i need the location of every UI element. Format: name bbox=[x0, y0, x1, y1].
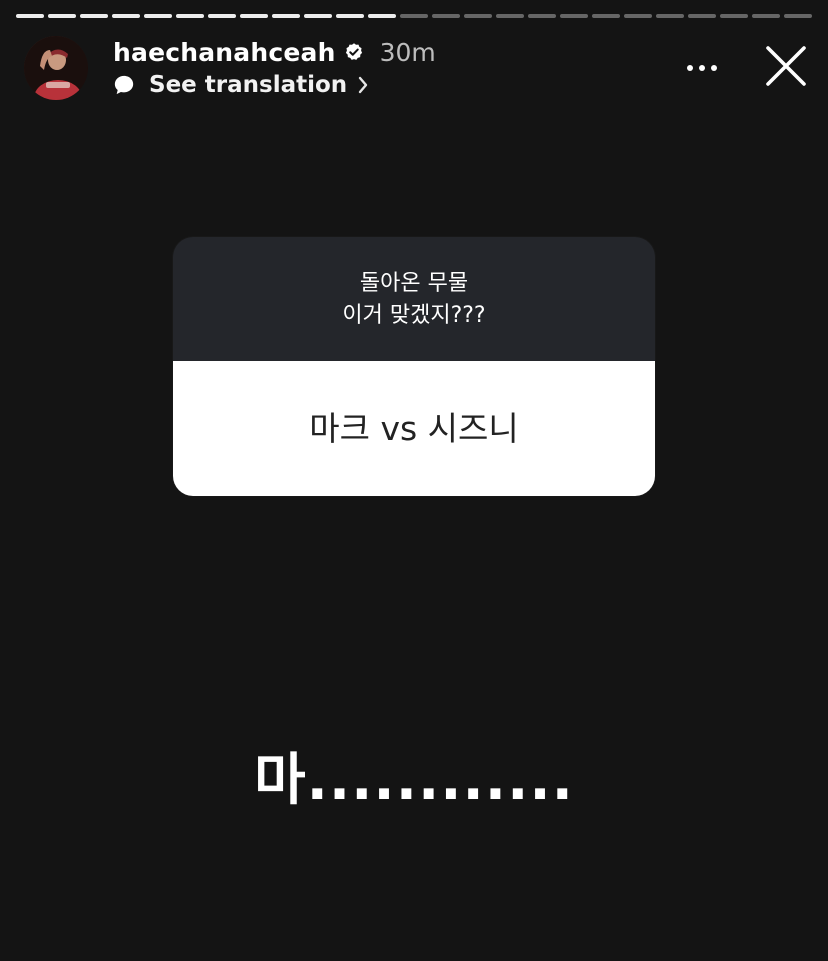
progress-segment bbox=[592, 14, 620, 18]
see-translation-link[interactable]: See translation bbox=[113, 70, 369, 100]
question-sticker[interactable]: 돌아온 무물 이거 맞겠지??? 마크 vs 시즈니 bbox=[173, 237, 655, 496]
progress-segment bbox=[464, 14, 492, 18]
progress-segment bbox=[432, 14, 460, 18]
progress-segment bbox=[528, 14, 556, 18]
progress-segment bbox=[304, 14, 332, 18]
question-sticker-header: 돌아온 무물 이거 맞겠지??? bbox=[173, 237, 655, 361]
avatar[interactable] bbox=[24, 36, 88, 100]
speech-bubble-icon bbox=[114, 75, 134, 95]
progress-segment bbox=[688, 14, 716, 18]
see-translation-label: See translation bbox=[149, 72, 348, 98]
progress-segment bbox=[176, 14, 204, 18]
question-line-2: 이거 맞겠지??? bbox=[342, 303, 486, 328]
story-timestamp: 30m bbox=[379, 37, 436, 67]
story-viewer[interactable]: haechanahceah 30m See translation 돌아온 무물… bbox=[0, 0, 828, 961]
username[interactable]: haechanahceah bbox=[113, 38, 336, 67]
progress-segment bbox=[496, 14, 524, 18]
story-caption: 마............ bbox=[254, 748, 574, 813]
progress-segment bbox=[336, 14, 364, 18]
chevron-right-icon bbox=[358, 76, 368, 94]
question-line-1: 돌아온 무물 bbox=[359, 271, 469, 296]
progress-segment bbox=[368, 14, 396, 18]
close-icon[interactable] bbox=[764, 44, 808, 88]
progress-segment bbox=[16, 14, 44, 18]
progress-segment bbox=[624, 14, 652, 18]
question-sticker-answer: 마크 vs 시즈니 bbox=[173, 361, 655, 496]
progress-segment bbox=[560, 14, 588, 18]
progress-segment bbox=[80, 14, 108, 18]
progress-segment bbox=[48, 14, 76, 18]
progress-segment bbox=[784, 14, 812, 18]
progress-segment bbox=[400, 14, 428, 18]
progress-segment bbox=[208, 14, 236, 18]
progress-segment bbox=[720, 14, 748, 18]
verified-badge-icon bbox=[345, 43, 362, 60]
progress-segment bbox=[656, 14, 684, 18]
story-header: haechanahceah 30m See translation bbox=[24, 34, 808, 100]
progress-segment bbox=[144, 14, 172, 18]
progress-segment bbox=[240, 14, 268, 18]
avatar-image bbox=[24, 36, 88, 100]
progress-segment bbox=[112, 14, 140, 18]
progress-segment bbox=[272, 14, 300, 18]
user-line: haechanahceah 30m bbox=[113, 36, 436, 68]
story-progress-bar bbox=[16, 14, 812, 19]
answer-text: 마크 vs 시즈니 bbox=[309, 408, 519, 448]
more-options-icon[interactable] bbox=[684, 56, 720, 80]
progress-segment bbox=[752, 14, 780, 18]
